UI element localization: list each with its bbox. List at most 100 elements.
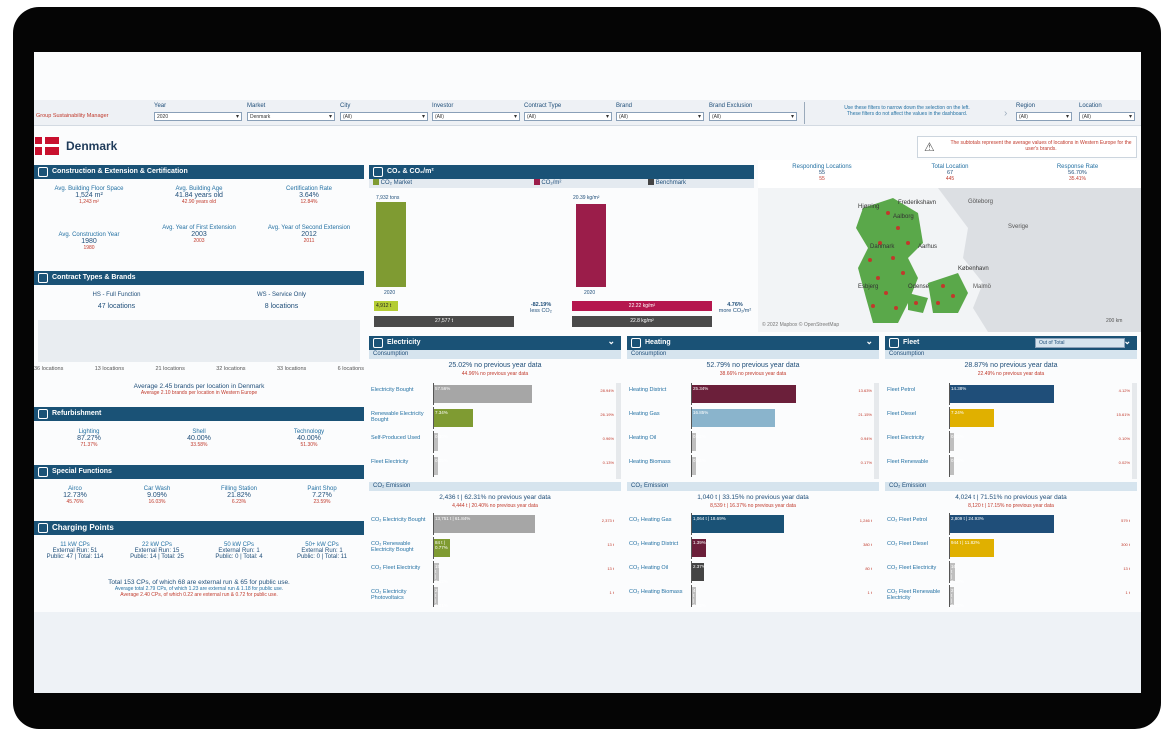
heating-panel-header: Heating ⌄	[627, 336, 879, 350]
co2-left-change: -82.19% less CO₂	[530, 302, 552, 314]
refurb-header: Refurbishment	[34, 407, 364, 421]
filter-city[interactable]: City (All)	[340, 103, 428, 121]
filter-year[interactable]: Year 2020	[154, 103, 242, 121]
divider	[804, 102, 805, 124]
consumption-row-label: Fleet Electricity	[887, 435, 925, 441]
legend-swatch-m2	[533, 179, 540, 186]
filter-location[interactable]: Location (All)	[1079, 103, 1135, 121]
consumption-row-label: Self-Produced Used	[371, 435, 421, 441]
map-total: Total Location 67 445	[931, 164, 969, 182]
kpi-building-age: Avg. Building Age 41.84 years old 42.90 ye…	[175, 186, 223, 205]
consumption-row-reference: 26.19%	[600, 412, 614, 417]
car-icon	[889, 338, 899, 348]
chevron-right-icon: ›	[1004, 108, 1008, 119]
consumption-row-reference: 21.15%	[858, 412, 872, 417]
emission-row-reference: 300 t	[1121, 542, 1130, 547]
co2-market-value: 4,912 t	[374, 301, 398, 311]
emission-bar: 2 t | 0.02%	[950, 587, 964, 608]
emission-bar: 944 t | 11.82%	[950, 539, 994, 557]
city-goteborg: Göteborg	[968, 199, 993, 205]
plug-icon	[38, 523, 48, 533]
consumption-bar: 7.34%	[434, 409, 474, 427]
emission-bar: 2.37%	[692, 563, 706, 581]
country-title: Denmark	[66, 139, 118, 153]
consumption-main: 25.02% no previous year data	[448, 362, 542, 369]
chevron-down-icon[interactable]: ⌄	[865, 334, 873, 348]
contract-type-hs: HS - Full Function 47 locations	[92, 292, 141, 310]
consumption-row-label: Heating Biomass	[629, 459, 671, 465]
filter-brand[interactable]: Brand (All)	[616, 103, 704, 121]
denmark-flag-icon	[35, 137, 59, 155]
emission-sub: 8,539 t | 16.37% no previous year data	[710, 503, 796, 509]
co2-right-year: 2020	[584, 290, 596, 296]
emission-bar: 2 t | 0.01%	[434, 587, 448, 608]
filter-brand-exclusion[interactable]: Brand Exclusion (All)	[709, 103, 797, 121]
city-esbjerg: Esbjerg	[858, 284, 878, 290]
emission-row-reference: 380 t	[863, 542, 872, 547]
consumption-bar: 0.34%	[692, 457, 706, 475]
brand-counts: 36 locations 13 locations 21 locations 32 l…	[34, 366, 364, 372]
filter-market[interactable]: Market Denmark	[247, 103, 335, 121]
co2-benchmark-bar: 27,577 t	[374, 316, 514, 327]
panel-title: Heating	[645, 339, 671, 346]
emission-row-label: CO₂ Heating Gas	[629, 517, 672, 523]
chevron-down-icon[interactable]: ⌄	[607, 334, 615, 348]
refurb-shell: Shell 40.00% 33.58%	[187, 429, 211, 448]
scrollbar[interactable]	[616, 383, 621, 479]
city-odense: Odense	[908, 284, 930, 290]
cp-totals: Total 153 CPs, of which 68 are external …	[108, 579, 290, 598]
city-kobenhavn: København	[958, 266, 989, 272]
special-car-wash: Car Wash 9.09% 16.03%	[143, 486, 171, 505]
country-sverige: Sverige	[1008, 224, 1029, 230]
emission-row-reference: 1,246 t	[859, 518, 872, 523]
star-icon	[38, 467, 48, 477]
consumption-subheader: Consumption	[885, 350, 1137, 359]
cp-11kw: 11 kW CPs External Run: 51 Public: 47 | To…	[46, 542, 104, 560]
emission-bar: 1,064 t | 18.69%	[692, 515, 784, 533]
kpi-floor-space: Avg. Building Floor Space 1,524 m² 1,243 m…	[54, 186, 124, 205]
emission-row-label: CO₂ Heating District	[629, 541, 679, 547]
denmark-map[interactable]: Frederikshavn Hjørring Aalborg Göteborg …	[758, 188, 1141, 332]
country-danmark: Danmark	[870, 244, 895, 250]
map-panel[interactable]: Responding Locations 55 55 Total Location 6…	[758, 160, 1141, 332]
kpi-second-extension: Avg. Year of Second Extension 2012 2011	[267, 225, 351, 244]
cp-50plus-kw: 50+ kW CPs External Run: 1 Public: 0 | Tot…	[296, 542, 348, 560]
consumption-row-reference: 0.10%	[1118, 436, 1130, 441]
refurb-lighting: Lighting 87.27% 71.37%	[77, 429, 101, 448]
co2-left-year: 2020	[384, 290, 396, 296]
consumption-row-label: Fleet Petrol	[887, 387, 916, 393]
charging-header: Charging Points	[34, 521, 364, 535]
scrollbar[interactable]	[1132, 383, 1137, 479]
city-frederikshavn: Frederikshavn	[898, 200, 936, 206]
consumption-row-label: Heating District	[629, 387, 667, 393]
construction-header: Construction & Extension & Certification	[34, 165, 364, 179]
consumption-bar: 0.02%	[950, 433, 964, 451]
emission-row-label: CO₂ Fleet Electricity	[371, 565, 421, 571]
filter-region[interactable]: Region (All)	[1016, 103, 1072, 121]
map-responding: Responding Locations 55 55	[792, 164, 852, 182]
city-aalborg: Aalborg	[893, 214, 914, 220]
consumption-row-reference: 0.02%	[1118, 460, 1130, 465]
emission-row-label: CO₂ Fleet Petrol	[887, 517, 928, 523]
legend-swatch-market	[373, 179, 379, 186]
handshake-icon	[38, 273, 48, 283]
panel-title: Electricity	[387, 339, 421, 346]
consumption-main: 52.79% no previous year data	[706, 362, 800, 369]
scrollbar[interactable]	[874, 383, 879, 479]
map-scale: 200 km	[1106, 318, 1122, 324]
kpi-certification-rate: Certification Rate 3.64% 12.84%	[285, 186, 333, 205]
consumption-bar: 57.56%	[434, 385, 532, 403]
emission-bar: 13,751 t | 61.84%	[434, 515, 536, 533]
brand-logos-area	[38, 320, 360, 362]
filter-investor[interactable]: Investor (All)	[432, 103, 520, 121]
emission-row-label: CO₂ Heating Biomass	[629, 589, 683, 595]
special-paint-shop: Paint Shop 7.27% 23.59%	[307, 486, 337, 505]
co2-right-change: 4.76% more CO₂/m²	[718, 302, 752, 314]
consumption-row-label: Heating Oil	[629, 435, 657, 441]
emission-sub: 8,120 t | 17.15% no previous year data	[968, 503, 1054, 509]
consumption-bar: 0.30%	[434, 433, 448, 451]
filter-contract-type[interactable]: Contract Type (All)	[524, 103, 612, 121]
electricity-panel-header: Electricity ⌄	[369, 336, 621, 350]
emission-row-label: CO₂ Fleet Electricity	[887, 565, 937, 571]
fleet-measure-select[interactable]: Out of Total	[1035, 338, 1125, 348]
